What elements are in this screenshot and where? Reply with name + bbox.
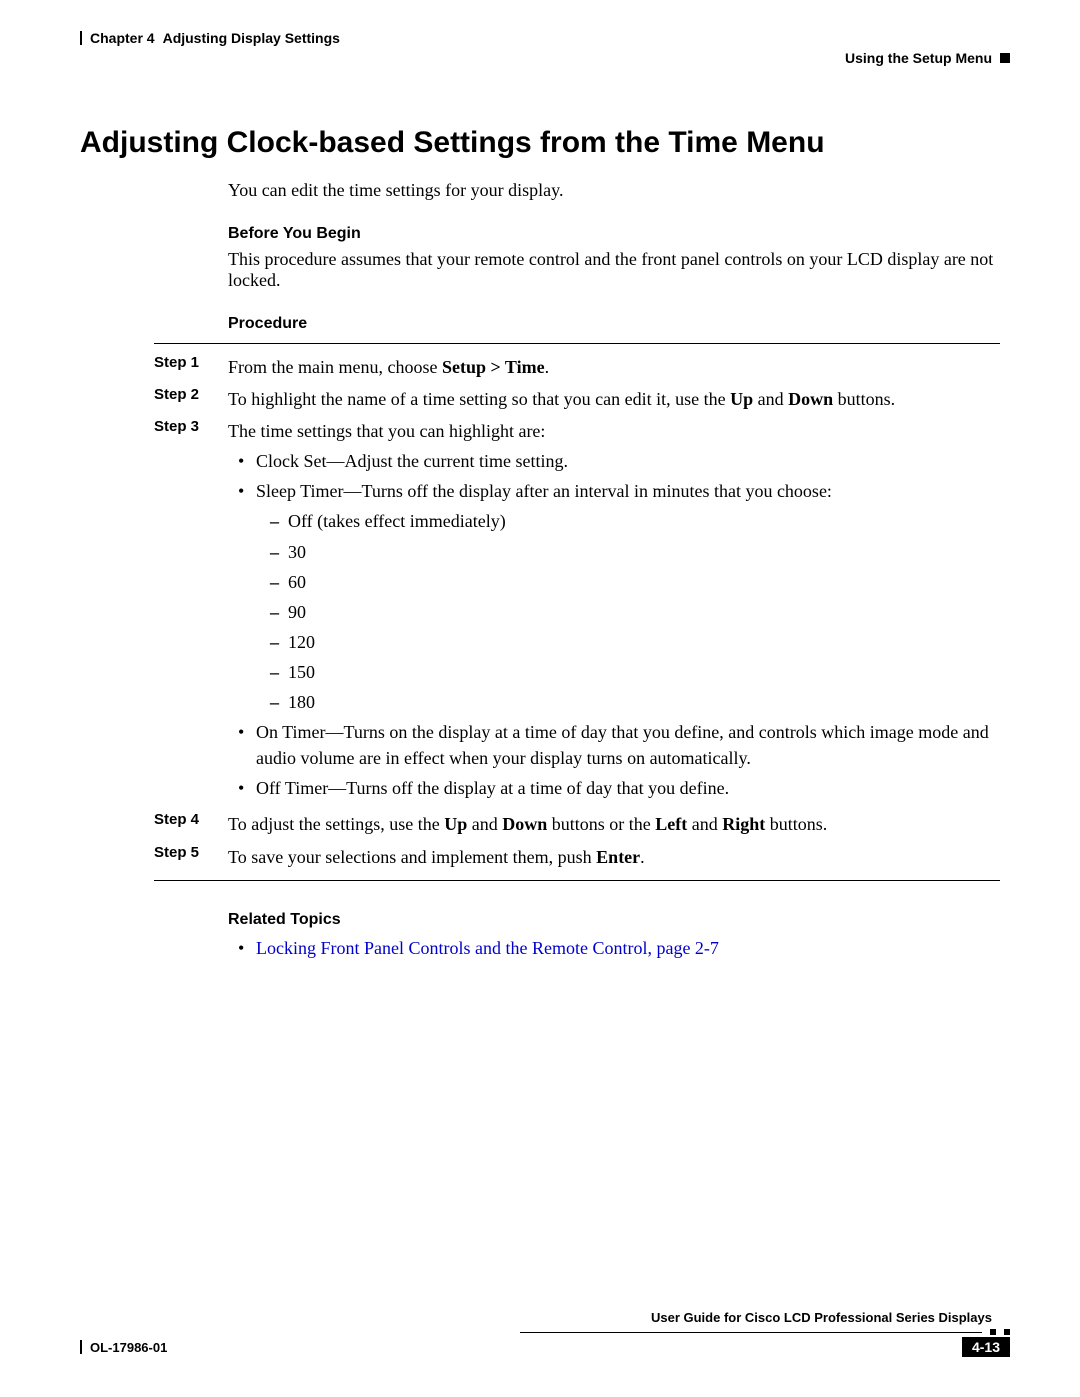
list-item: Locking Front Panel Controls and the Rem…: [256, 935, 1000, 961]
step-row: Step 2 To highlight the name of a time s…: [154, 386, 1010, 412]
dash-list: Off (takes effect immediately) 30 60 90 …: [256, 508, 1010, 715]
page-footer: User Guide for Cisco LCD Professional Se…: [80, 1310, 1010, 1357]
list-item: 120: [288, 629, 1010, 655]
step-label: Step 4: [154, 811, 228, 837]
before-text: This procedure assumes that your remote …: [228, 249, 1000, 291]
step-body: The time settings that you can highlight…: [228, 418, 1010, 805]
footer-guide-title: User Guide for Cisco LCD Professional Se…: [80, 1310, 992, 1325]
list-item: On Timer—Turns on the display at a time …: [256, 719, 1010, 771]
related-link[interactable]: Locking Front Panel Controls and the Rem…: [256, 938, 719, 958]
header-right: Using the Setup Menu: [845, 50, 1010, 66]
step-row: Step 4 To adjust the settings, use the U…: [154, 811, 1010, 837]
related-heading: Related Topics: [228, 911, 1000, 929]
bullet-list: Clock Set—Adjust the current time settin…: [228, 448, 1010, 801]
vertical-bar-icon: [80, 31, 82, 45]
horizontal-rule-icon: [520, 1332, 982, 1333]
step-row: Step 3 The time settings that you can hi…: [154, 418, 1010, 805]
step-label: Step 3: [154, 418, 228, 805]
list-item: Off Timer—Turns off the display at a tim…: [256, 775, 1010, 801]
related-list: Locking Front Panel Controls and the Rem…: [228, 935, 1000, 961]
step-body: From the main menu, choose Setup > Time.: [228, 354, 1010, 380]
procedure-heading: Procedure: [228, 315, 1000, 333]
list-item: 90: [288, 599, 1010, 625]
list-item: Clock Set—Adjust the current time settin…: [256, 448, 1010, 474]
square-icon: [1004, 1329, 1010, 1335]
vertical-bar-icon: [80, 1340, 82, 1354]
list-item: 30: [288, 539, 1010, 565]
page-title: Adjusting Clock-based Settings from the …: [80, 126, 1010, 160]
doc-page: Chapter 4 Adjusting Display Settings Usi…: [0, 0, 1080, 1397]
doc-code: OL-17986-01: [80, 1340, 167, 1355]
chapter-title: Adjusting Display Settings: [163, 30, 340, 46]
intro-text: You can edit the time settings for your …: [228, 180, 1010, 201]
step-row: Step 1 From the main menu, choose Setup …: [154, 354, 1010, 380]
step-label: Step 2: [154, 386, 228, 412]
step-label: Step 5: [154, 844, 228, 870]
list-item: 150: [288, 659, 1010, 685]
chapter-number: Chapter 4: [90, 30, 155, 46]
square-icon: [1000, 53, 1010, 63]
list-item: Sleep Timer—Turns off the display after …: [256, 478, 1010, 715]
page-number-badge: 4-13: [962, 1337, 1010, 1357]
square-icon: [990, 1329, 996, 1335]
step-label: Step 1: [154, 354, 228, 380]
list-item: Off (takes effect immediately): [288, 508, 1010, 534]
list-item: 180: [288, 689, 1010, 715]
step-body: To save your selections and implement th…: [228, 844, 1010, 870]
horizontal-rule-icon: [154, 343, 1000, 344]
section-title: Using the Setup Menu: [845, 50, 992, 66]
list-item: 60: [288, 569, 1010, 595]
step-row: Step 5 To save your selections and imple…: [154, 844, 1010, 870]
page-header: Chapter 4 Adjusting Display Settings Usi…: [80, 30, 1010, 66]
horizontal-rule-icon: [154, 880, 1000, 881]
step-body: To highlight the name of a time setting …: [228, 386, 1010, 412]
step-body: To adjust the settings, use the Up and D…: [228, 811, 1010, 837]
before-heading: Before You Begin: [228, 225, 1000, 243]
header-left: Chapter 4 Adjusting Display Settings: [80, 30, 340, 46]
procedure-steps: Step 1 From the main menu, choose Setup …: [154, 354, 1010, 870]
